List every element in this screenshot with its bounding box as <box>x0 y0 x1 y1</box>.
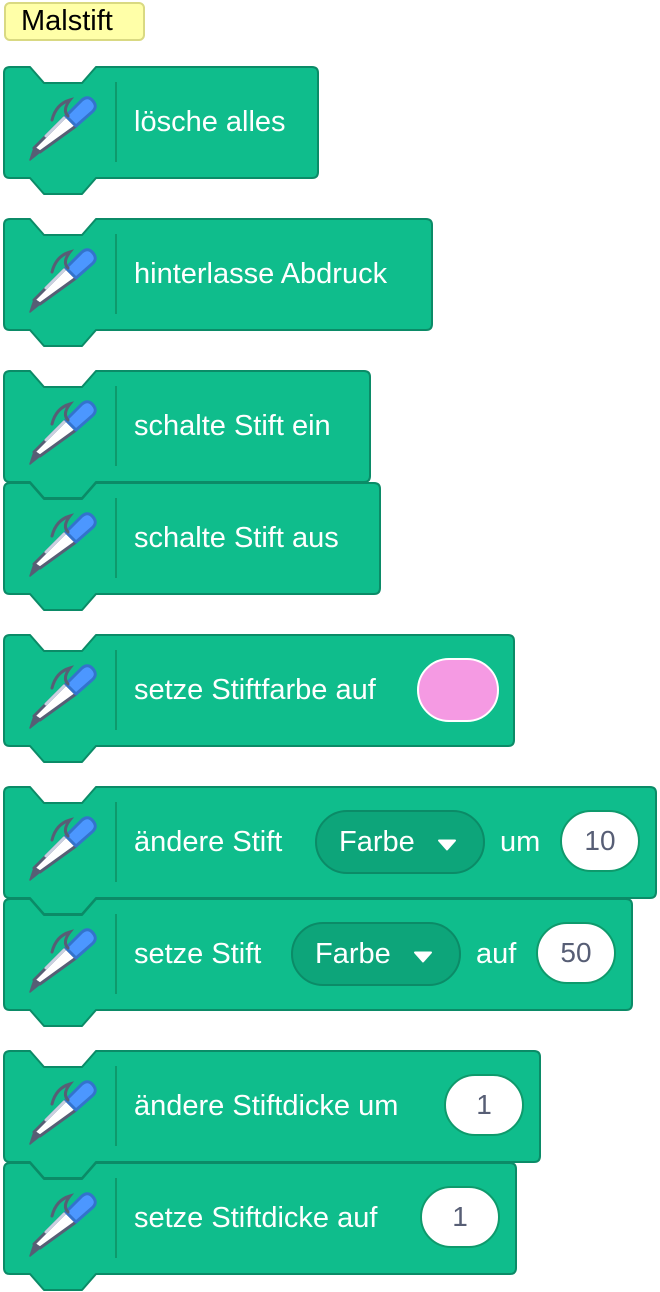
pen-icon <box>29 96 97 161</box>
block-stamp[interactable]: hinterlasse Abdruck <box>0 218 434 348</box>
pen-icon <box>29 512 97 577</box>
block-divider <box>115 498 117 578</box>
pen-icon <box>29 1192 97 1257</box>
pen-param-dropdown[interactable]: Farbe <box>315 810 485 874</box>
block-set-pen-param[interactable]: setze Stift Farbe auf 50 <box>0 898 634 1028</box>
pen-icon <box>29 248 97 313</box>
block-label: schalte Stift ein <box>134 410 331 442</box>
pen-icon <box>29 664 97 729</box>
block-label: ändere Stift <box>134 826 283 858</box>
block-divider <box>115 1066 117 1146</box>
block-label-suffix: auf <box>476 938 517 970</box>
block-label-suffix: um <box>500 826 541 858</box>
dropdown-label: Farbe <box>315 938 391 970</box>
block-divider <box>115 82 117 162</box>
block-label: hinterlasse Abdruck <box>134 258 388 290</box>
chevron-down-icon <box>414 951 432 963</box>
pen-param-dropdown[interactable]: Farbe <box>291 922 461 986</box>
block-divider <box>115 914 117 994</box>
block-label: ändere Stiftdicke um <box>134 1090 399 1122</box>
block-divider <box>115 234 117 314</box>
block-clear[interactable]: lösche alles <box>0 66 320 196</box>
set-value-input[interactable]: 50 <box>536 922 616 984</box>
change-amount-input[interactable]: 10 <box>560 810 640 872</box>
block-divider <box>115 386 117 466</box>
category-label-malstift: Malstift <box>4 2 145 41</box>
dropdown-label: Farbe <box>339 826 415 858</box>
pen-icon <box>29 400 97 465</box>
block-label: schalte Stift aus <box>134 522 339 554</box>
block-label: setze Stiftfarbe auf <box>134 674 376 706</box>
pen-icon <box>29 1080 97 1145</box>
block-label: setze Stiftdicke auf <box>134 1202 378 1234</box>
block-divider <box>115 650 117 730</box>
block-change-pen-param[interactable]: ändere Stift Farbe um 10 <box>0 786 658 916</box>
block-divider <box>115 1178 117 1258</box>
block-change-pen-size[interactable]: ändere Stiftdicke um 1 <box>0 1050 542 1180</box>
change-size-input[interactable]: 1 <box>444 1074 524 1136</box>
block-label: setze Stift <box>134 938 262 970</box>
block-label: lösche alles <box>134 106 286 138</box>
block-pen-up[interactable]: schalte Stift aus <box>0 482 382 612</box>
pen-icon <box>29 928 97 993</box>
pen-color-swatch[interactable] <box>417 658 499 722</box>
block-divider <box>115 802 117 882</box>
pen-icon <box>29 816 97 881</box>
block-set-pen-color[interactable]: setze Stiftfarbe auf <box>0 634 516 764</box>
set-size-input[interactable]: 1 <box>420 1186 500 1248</box>
block-set-pen-size[interactable]: setze Stiftdicke auf 1 <box>0 1162 518 1292</box>
chevron-down-icon <box>438 839 456 851</box>
block-pen-down[interactable]: schalte Stift ein <box>0 370 372 500</box>
